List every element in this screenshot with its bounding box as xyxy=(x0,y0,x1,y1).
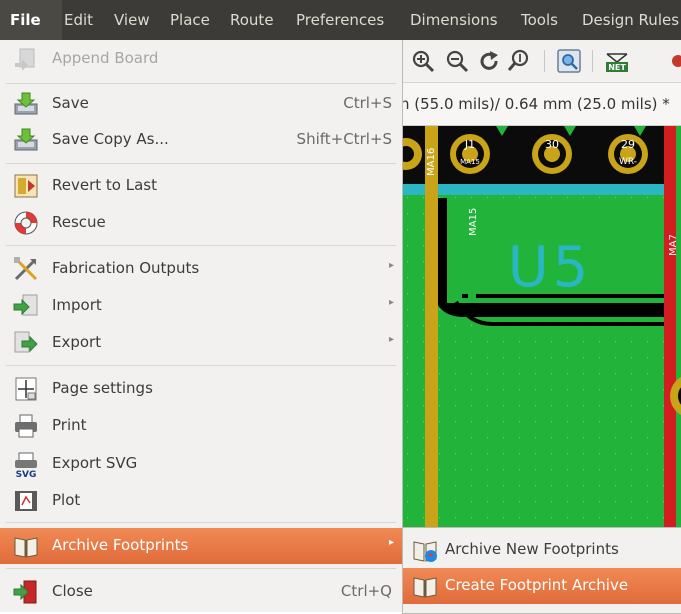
zoom-fit-icon[interactable] xyxy=(506,48,532,74)
menu-item-label: Append Board xyxy=(52,49,159,67)
netlist-icon-text: NET xyxy=(608,63,626,72)
menu-file[interactable]: File xyxy=(0,0,62,40)
inspect-icon[interactable] xyxy=(556,48,582,74)
menu-item-label: Print xyxy=(52,416,87,434)
menu-item-label: Revert to Last xyxy=(52,176,157,194)
exit-icon xyxy=(13,580,37,604)
plot-icon xyxy=(15,491,37,511)
menu-item-label: Save Copy As... xyxy=(52,130,169,148)
partial-toolbar-icon[interactable] xyxy=(670,50,681,72)
menu-separator xyxy=(6,568,396,569)
redraw-icon[interactable] xyxy=(476,48,502,74)
toolbar: NET xyxy=(400,40,681,83)
menu-item-label: Fabrication Outputs xyxy=(52,259,200,277)
menu-route[interactable]: Route xyxy=(230,0,274,40)
menu-item-label: Plot xyxy=(52,491,81,509)
menu-item-save[interactable]: Save Ctrl+S xyxy=(0,86,402,122)
menu-item-save-copy-as[interactable]: Save Copy As... Shift+Ctrl+S xyxy=(0,122,402,158)
menu-item-archive-footprints[interactable]: Archive Footprints ▸ xyxy=(0,528,402,564)
menu-place[interactable]: Place xyxy=(170,0,210,40)
menu-item-revert-to-last[interactable]: Revert to Last xyxy=(0,168,402,204)
menu-item-fabrication-outputs[interactable]: Fabrication Outputs ▸ xyxy=(0,251,402,287)
submenu-arrow-icon: ▸ xyxy=(388,260,394,271)
track-label-ma15: MA15 xyxy=(468,208,479,236)
submenu-arrow-icon: ▸ xyxy=(388,334,394,345)
menu-item-close[interactable]: Close Ctrl+Q xyxy=(0,574,402,610)
zoom-in-icon[interactable] xyxy=(410,48,436,74)
menu-item-label: Rescue xyxy=(52,213,106,231)
file-menu-dropdown: Append Board Save Ctrl+S Save Copy As...… xyxy=(0,40,403,612)
shortcut-save-copy-as: Shift+Ctrl+S xyxy=(296,130,392,148)
menu-dimensions[interactable]: Dimensions xyxy=(410,0,498,40)
menu-view[interactable]: View xyxy=(114,0,150,40)
menu-item-export-svg[interactable]: SVG Export SVG xyxy=(0,446,402,482)
printer-icon xyxy=(15,414,37,438)
grid-status-bar: n (55.0 mils)/ 0.64 mm (25.0 mils) * xyxy=(400,83,681,126)
menu-separator xyxy=(6,163,396,164)
save-copy-icon xyxy=(14,128,38,151)
import-icon xyxy=(13,294,38,316)
pad-net-j1: MA15 xyxy=(460,158,480,166)
zoom-out-icon[interactable] xyxy=(444,48,470,74)
book-icon xyxy=(413,577,437,598)
menu-item-page-settings[interactable]: Page settings xyxy=(0,371,402,407)
submenu-arrow-icon: ▸ xyxy=(388,537,394,548)
menu-item-label: Save xyxy=(52,94,89,112)
menu-item-rescue[interactable]: Rescue xyxy=(0,205,402,241)
menu-item-label: Page settings xyxy=(52,379,153,397)
page-settings-icon xyxy=(15,377,37,401)
track-label-ma7: MA7 xyxy=(668,234,679,256)
menu-separator xyxy=(6,245,396,246)
menu-item-plot[interactable]: Plot xyxy=(0,483,402,519)
menu-preferences[interactable]: Preferences xyxy=(296,0,384,40)
component-ref-u5: U5 xyxy=(508,235,593,300)
shortcut-close: Ctrl+Q xyxy=(340,582,392,600)
menu-item-import[interactable]: Import ▸ xyxy=(0,288,402,324)
save-icon xyxy=(14,92,38,115)
menu-item-label: Export SVG xyxy=(52,454,138,472)
submenu-item-label: Create Footprint Archive xyxy=(445,576,629,594)
menu-item-label: Close xyxy=(52,582,93,600)
menu-item-print[interactable]: Print xyxy=(0,408,402,444)
pad-net-29: WR- xyxy=(619,157,637,167)
pad-number-29: 29 xyxy=(621,138,635,151)
archive-new-icon xyxy=(413,541,437,562)
archive-footprints-submenu: Archive New Footprints Create Footprint … xyxy=(402,527,681,614)
menu-item-label: Export xyxy=(52,333,102,351)
grid-size-text: n (55.0 mils)/ 0.64 mm (25.0 mils) * xyxy=(400,95,670,113)
menu-item-label: Import xyxy=(52,296,102,314)
menu-separator xyxy=(6,365,396,366)
menu-separator xyxy=(6,522,396,523)
shortcut-save: Ctrl+S xyxy=(343,94,392,112)
menubar: File Edit View Place Route Preferences D… xyxy=(0,0,681,40)
toolbar-separator xyxy=(592,50,593,72)
submenu-item-label: Archive New Footprints xyxy=(445,540,619,558)
menu-design-rules[interactable]: Design Rules xyxy=(582,0,679,40)
tools-icon xyxy=(14,257,38,281)
netlist-icon[interactable]: NET xyxy=(604,48,630,74)
submenu-item-archive-new-footprints[interactable]: Archive New Footprints xyxy=(403,532,681,568)
append-board-icon xyxy=(15,48,35,71)
track-label-ma16: MA16 xyxy=(426,148,437,176)
submenu-arrow-icon: ▸ xyxy=(388,297,394,308)
menu-item-export[interactable]: Export ▸ xyxy=(0,325,402,361)
pad-number-j1: J1 xyxy=(464,138,475,151)
toolbar-separator xyxy=(544,50,545,72)
revert-icon xyxy=(14,174,38,198)
menu-item-append-board: Append Board xyxy=(0,41,402,77)
book-icon xyxy=(14,537,38,558)
menu-separator xyxy=(6,83,396,84)
lifebuoy-icon xyxy=(14,211,38,235)
submenu-item-create-footprint-archive[interactable]: Create Footprint Archive xyxy=(403,568,681,604)
pad-number-30: 30 xyxy=(545,138,559,151)
menu-edit[interactable]: Edit xyxy=(64,0,93,40)
svg-icon-text: SVG xyxy=(16,470,37,478)
export-svg-icon: SVG xyxy=(15,452,37,478)
menu-tools[interactable]: Tools xyxy=(521,0,558,40)
menu-item-label: Archive Footprints xyxy=(52,536,189,554)
export-icon xyxy=(14,331,38,353)
horizontal-track xyxy=(400,184,681,195)
